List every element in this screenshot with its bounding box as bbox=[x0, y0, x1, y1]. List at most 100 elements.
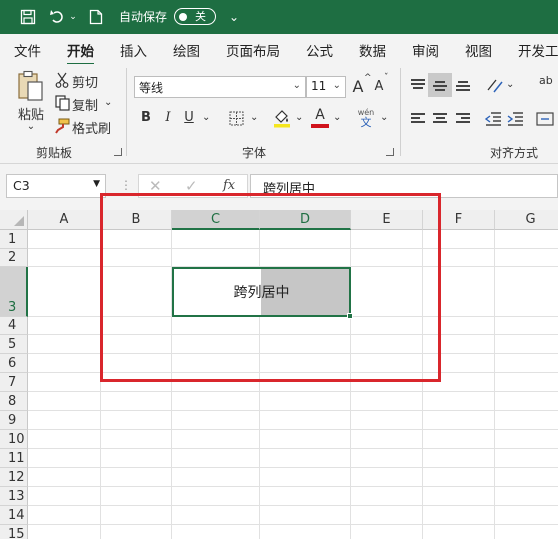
decrease-indent-icon[interactable] bbox=[484, 111, 502, 127]
more-options-icon[interactable]: ⋮ bbox=[120, 178, 132, 192]
customize-toolbar-icon[interactable]: ⌄ bbox=[226, 7, 242, 27]
name-box-dropdown-icon[interactable]: ▼ bbox=[93, 179, 100, 189]
underline-button[interactable]: U bbox=[182, 110, 196, 125]
column-header-c[interactable]: C bbox=[172, 210, 260, 230]
fill-color-icon[interactable] bbox=[272, 108, 292, 128]
italic-button[interactable]: I bbox=[161, 110, 175, 125]
autosave-toggle[interactable]: 关 bbox=[174, 8, 216, 25]
row-header-11[interactable]: 11 bbox=[0, 449, 28, 468]
selected-range-c3-d3[interactable]: 跨列居中 bbox=[172, 267, 351, 317]
row-header-14[interactable]: 14 bbox=[0, 506, 28, 525]
tab-file[interactable]: 文件 bbox=[14, 40, 41, 60]
new-file-icon[interactable] bbox=[86, 7, 106, 27]
column-header-g[interactable]: G bbox=[495, 210, 558, 230]
copy-dropdown-icon[interactable]: ⌄ bbox=[104, 97, 112, 108]
spreadsheet-grid[interactable]: A B C D E F G 1 2 3 4 5 6 7 8 9 10 11 12… bbox=[0, 210, 558, 539]
column-header-b[interactable]: B bbox=[101, 210, 172, 230]
orientation-dropdown-icon[interactable]: ⌄ bbox=[506, 79, 514, 90]
cell-c3-text: 跨列居中 bbox=[233, 285, 290, 301]
column-header-a[interactable]: A bbox=[28, 210, 101, 230]
align-bottom-icon[interactable] bbox=[455, 78, 471, 92]
align-left-icon[interactable] bbox=[410, 112, 426, 126]
cut-button[interactable]: 剪切 bbox=[72, 72, 98, 91]
format-painter-icon[interactable] bbox=[54, 118, 70, 134]
font-name-value: 等线 bbox=[139, 81, 164, 95]
tab-home[interactable]: 开始 bbox=[67, 40, 94, 66]
gridline bbox=[28, 448, 558, 449]
save-icon[interactable] bbox=[18, 7, 38, 27]
font-name-select[interactable]: 等线 ⌄ bbox=[134, 76, 306, 98]
tab-insert[interactable]: 插入 bbox=[120, 40, 147, 60]
align-right-icon[interactable] bbox=[455, 112, 471, 126]
row-header-10[interactable]: 10 bbox=[0, 430, 28, 449]
tab-page-layout[interactable]: 页面布局 bbox=[226, 40, 280, 60]
align-center-icon[interactable] bbox=[432, 112, 448, 126]
select-all-button[interactable] bbox=[0, 210, 28, 230]
column-header-d[interactable]: D bbox=[260, 210, 351, 230]
tab-data[interactable]: 数据 bbox=[359, 40, 386, 60]
row-header-12[interactable]: 12 bbox=[0, 468, 28, 487]
autosave-label: 自动保存 bbox=[119, 10, 168, 24]
tab-formulas[interactable]: 公式 bbox=[306, 40, 333, 60]
row-header-8[interactable]: 8 bbox=[0, 392, 28, 411]
tab-developer[interactable]: 开发工 bbox=[518, 40, 558, 60]
row-header-5[interactable]: 5 bbox=[0, 335, 28, 354]
tab-review[interactable]: 审阅 bbox=[412, 40, 439, 60]
insert-function-button[interactable]: fx bbox=[223, 178, 235, 193]
clipboard-group-label: 剪贴板 bbox=[36, 146, 73, 160]
gridline bbox=[494, 230, 495, 539]
clipboard-launcher-icon[interactable] bbox=[114, 148, 122, 156]
borders-icon[interactable] bbox=[228, 110, 244, 126]
row-header-9[interactable]: 9 bbox=[0, 411, 28, 430]
borders-dropdown-icon[interactable]: ⌄ bbox=[250, 112, 258, 123]
copy-icon[interactable] bbox=[54, 95, 70, 111]
row-header-3[interactable]: 3 bbox=[0, 267, 28, 317]
fill-handle[interactable] bbox=[347, 313, 353, 319]
row-header-15[interactable]: 15 bbox=[0, 525, 28, 539]
font-color-dropdown-icon[interactable]: ⌄ bbox=[333, 112, 341, 123]
row-header-1[interactable]: 1 bbox=[0, 230, 28, 249]
font-size-value: 11 bbox=[311, 79, 327, 93]
phonetic-guide-button[interactable]: wén 文 bbox=[356, 106, 376, 130]
font-size-select[interactable]: 11 ⌄ bbox=[306, 76, 346, 98]
phonetic-bottom: 文 bbox=[360, 116, 372, 129]
gridline bbox=[28, 391, 558, 392]
copy-button[interactable]: 复制 bbox=[72, 95, 98, 114]
undo-dropdown-icon[interactable]: ⌄ bbox=[68, 7, 78, 27]
font-color-button[interactable]: A bbox=[310, 108, 330, 128]
row-header-4[interactable]: 4 bbox=[0, 317, 28, 335]
row-header-6[interactable]: 6 bbox=[0, 354, 28, 373]
bold-button[interactable]: B bbox=[139, 110, 153, 125]
paste-dropdown-icon[interactable]: ⌄ bbox=[24, 121, 38, 132]
align-top-icon[interactable] bbox=[410, 78, 426, 92]
formula-input[interactable]: 跨列居中 bbox=[250, 174, 558, 198]
column-header-f[interactable]: F bbox=[423, 210, 495, 230]
confirm-icon[interactable]: ✓ bbox=[185, 177, 198, 195]
undo-icon[interactable] bbox=[48, 7, 68, 27]
name-box[interactable]: C3 ▼ bbox=[6, 174, 106, 198]
row-header-7[interactable]: 7 bbox=[0, 373, 28, 392]
row-header-13[interactable]: 13 bbox=[0, 487, 28, 506]
align-middle-icon[interactable] bbox=[432, 78, 448, 92]
name-box-value: C3 bbox=[13, 178, 30, 193]
increase-indent-icon[interactable] bbox=[506, 111, 524, 127]
tab-draw[interactable]: 绘图 bbox=[173, 40, 200, 60]
column-header-e[interactable]: E bbox=[351, 210, 423, 230]
tab-view[interactable]: 视图 bbox=[465, 40, 492, 60]
cancel-icon[interactable]: ✕ bbox=[149, 177, 162, 195]
wrap-text-icon[interactable]: ab bbox=[539, 74, 553, 87]
fill-color-dropdown-icon[interactable]: ⌄ bbox=[295, 112, 303, 123]
chevron-down-icon: ⌄ bbox=[292, 80, 301, 91]
phonetic-dropdown-icon[interactable]: ⌄ bbox=[380, 112, 388, 123]
gridline bbox=[28, 505, 558, 506]
orientation-icon[interactable] bbox=[486, 76, 504, 94]
font-color-swatch bbox=[311, 124, 329, 128]
underline-dropdown-icon[interactable]: ⌄ bbox=[202, 112, 210, 123]
merge-center-icon[interactable] bbox=[536, 111, 554, 127]
format-painter-button[interactable]: 格式刷 bbox=[72, 118, 111, 137]
font-launcher-icon[interactable] bbox=[386, 148, 394, 156]
paste-icon[interactable] bbox=[16, 70, 46, 102]
cut-icon[interactable] bbox=[54, 72, 70, 88]
gridline bbox=[28, 248, 558, 249]
row-header-2[interactable]: 2 bbox=[0, 249, 28, 267]
